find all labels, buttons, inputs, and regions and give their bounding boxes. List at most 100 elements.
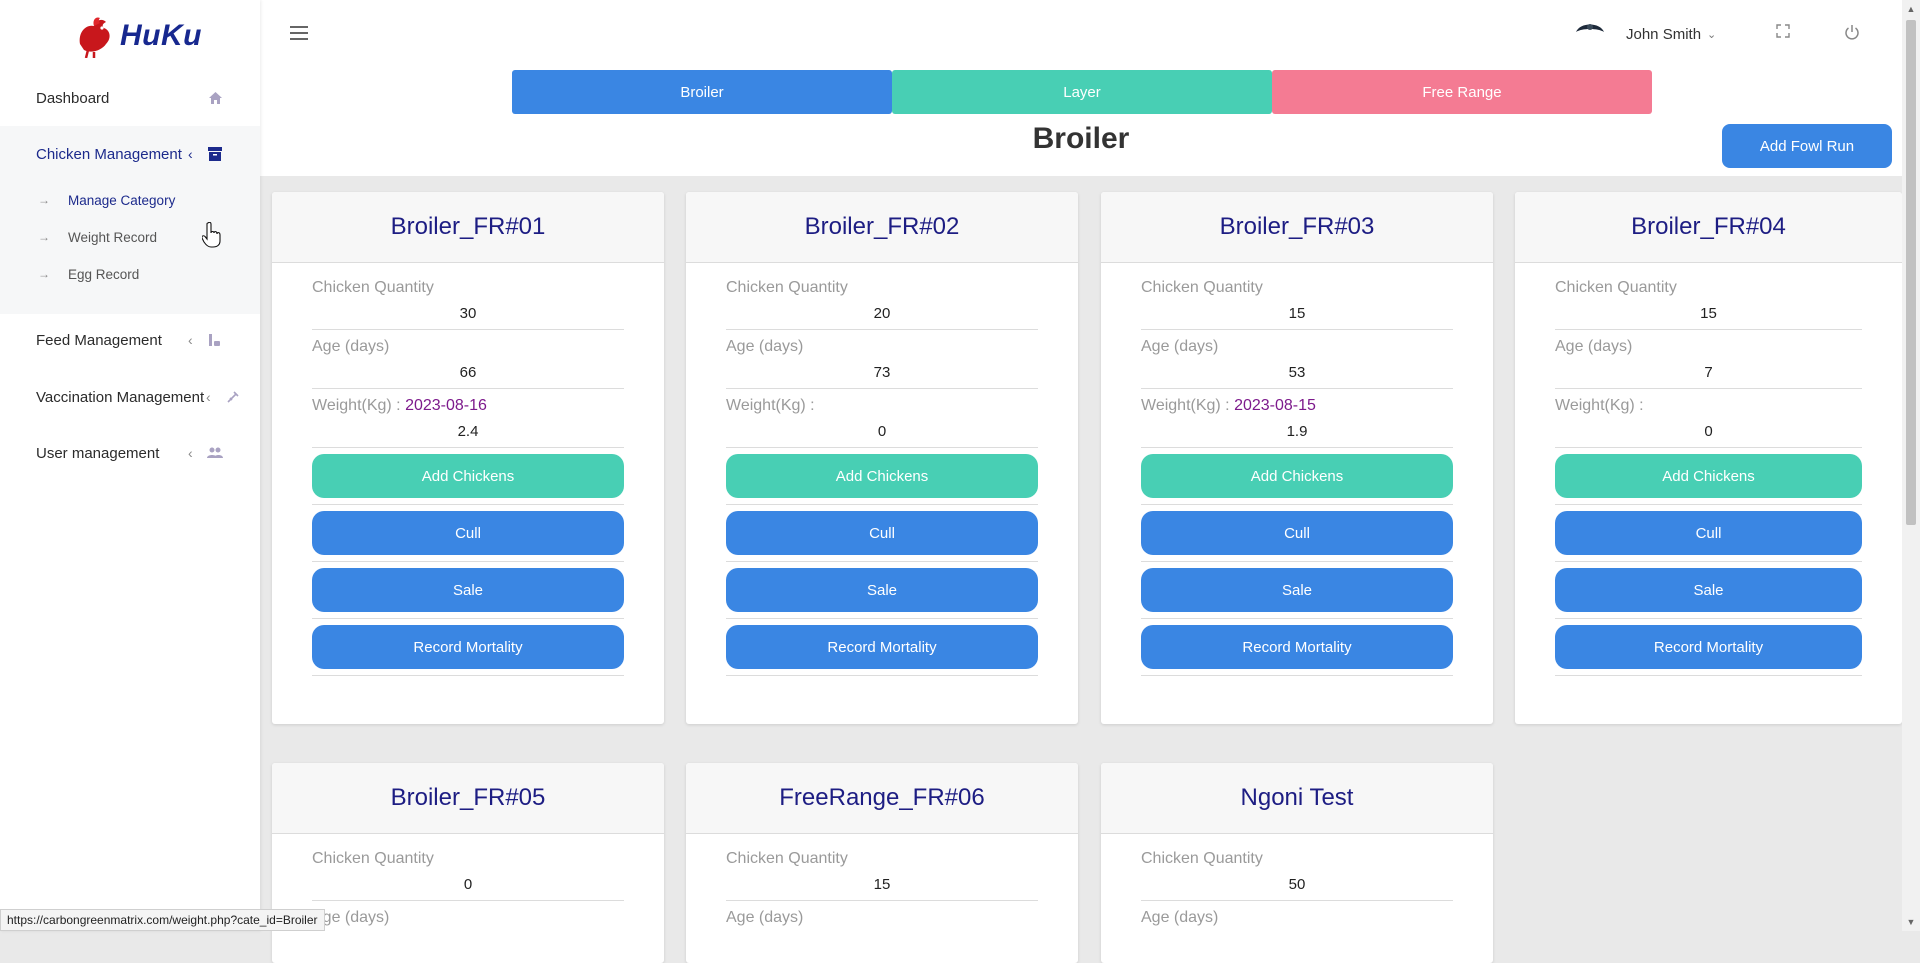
users-icon [206,444,224,462]
user-menu[interactable]: John Smith ⌄ [1574,16,1716,52]
status-bar-url: https://carbongreenmatrix.com/weight.php… [0,909,325,931]
record-mortality-button[interactable]: Record Mortality [726,625,1038,669]
card-header: Broiler_FR#04 [1515,192,1902,263]
tab-layer[interactable]: Layer [892,70,1272,114]
card-title: Broiler_FR#04 [1631,213,1786,240]
fowl-run-card: Broiler_FR#01 Chicken Quantity 30 Age (d… [272,192,664,724]
fowl-run-card: Broiler_FR#05 Chicken Quantity 0 Age (da… [272,763,664,963]
sidebar: HuKu Dashboard Chicken Management ‹ → Ma… [0,0,260,931]
age-label: Age (days) [726,909,804,926]
age-value: 7 [1555,358,1862,389]
arrow-right-icon: → [38,193,50,207]
age-value: 53 [1141,358,1453,389]
fowl-run-card: Broiler_FR#04 Chicken Quantity 15 Age (d… [1515,192,1902,724]
add-chickens-button[interactable]: Add Chickens [312,454,624,498]
quantity-value: 50 [1141,870,1453,901]
sidebar-subitem-label: Manage Category [68,192,176,208]
weight-value: 0 [1704,423,1713,440]
menu-toggle-icon[interactable] [290,26,308,40]
cull-button[interactable]: Cull [312,511,624,555]
weight-date: 2023-08-15 [1234,397,1316,414]
tab-broiler[interactable]: Broiler [512,70,892,114]
sidebar-item-feed-management[interactable]: Feed Management ‹ [0,320,260,360]
card-title: Broiler_FR#03 [1219,213,1375,240]
scroll-thumb[interactable] [1906,20,1916,525]
weight-value: 2.4 [457,423,479,440]
cull-button[interactable]: Cull [1555,511,1862,555]
quantity-value: 15 [1141,299,1453,330]
fullscreen-icon[interactable] [1776,24,1794,42]
quantity-label: Chicken Quantity [312,279,434,296]
page-scrollbar[interactable]: ▲ ▼ [1902,0,1920,931]
age-value: 66 [312,358,624,389]
sidebar-item-vaccination-management[interactable]: Vaccination Management ‹ [0,377,260,417]
sidebar-subitem-manage-category[interactable]: → Manage Category [0,185,260,215]
add-fowl-run-button[interactable]: Add Fowl Run [1722,124,1892,168]
weight-label: Weight(Kg) : 2023-08-16 [312,397,487,414]
fowl-run-card: Ngoni Test Chicken Quantity 50 Age (days… [1101,763,1493,963]
quantity-label: Chicken Quantity [1141,279,1263,296]
sale-button[interactable]: Sale [312,568,624,612]
user-name: John Smith [1626,25,1702,43]
card-title: Broiler_FR#01 [390,213,546,240]
chevron-left-icon: ‹ [188,445,193,461]
tab-free-range[interactable]: Free Range [1272,70,1652,114]
sidebar-item-label: Vaccination Management [36,388,205,406]
quantity-value: 15 [726,870,1038,901]
record-mortality-button[interactable]: Record Mortality [312,625,624,669]
archive-icon [206,145,224,163]
record-mortality-button[interactable]: Record Mortality [1555,625,1862,669]
huku-logo[interactable]: HuKu [72,14,202,58]
chevron-left-icon: ‹ [188,332,193,348]
sidebar-item-user-management[interactable]: User management ‹ [0,433,260,473]
sale-button[interactable]: Sale [726,568,1038,612]
age-label: Age (days) [1141,338,1219,355]
weight-value: 0 [877,423,887,440]
age-label: Age (days) [312,338,390,355]
record-mortality-button[interactable]: Record Mortality [1141,625,1453,669]
cull-button[interactable]: Cull [726,511,1038,555]
quantity-value: 0 [312,870,624,901]
age-label: Age (days) [726,338,804,355]
fowl-run-card: Broiler_FR#03 Chicken Quantity 15 Age (d… [1101,192,1493,724]
sale-button[interactable]: Sale [1141,568,1453,612]
feed-icon [206,331,224,349]
home-icon [206,89,224,107]
sidebar-item-dashboard[interactable]: Dashboard [0,78,260,118]
weight-label: Weight(Kg) : 2023-08-15 [1141,397,1316,414]
add-chickens-button[interactable]: Add Chickens [1555,454,1862,498]
sidebar-item-chicken-management[interactable]: Chicken Management ‹ [0,134,260,174]
sidebar-item-label: Dashboard [36,89,110,107]
chevron-left-icon: ‹ [188,146,193,162]
weight-value: 1.9 [1286,423,1308,440]
page-title: Broiler [1032,122,1130,155]
weight-label: Weight(Kg) : [726,397,815,414]
weight-date: 2023-08-16 [405,397,487,414]
card-header: Broiler_FR#02 [686,192,1078,263]
scroll-up-icon[interactable]: ▲ [1906,3,1916,15]
cull-button[interactable]: Cull [1141,511,1453,555]
avatar [1574,18,1606,50]
quantity-label: Chicken Quantity [726,279,848,296]
age-value: 73 [726,358,1038,389]
power-icon[interactable] [1844,24,1862,42]
chevron-left-icon: ‹ [206,389,211,405]
sale-button[interactable]: Sale [1555,568,1862,612]
syringe-icon [224,388,242,406]
card-title: FreeRange_FR#06 [779,784,985,811]
add-chickens-button[interactable]: Add Chickens [1141,454,1453,498]
card-title: Broiler_FR#02 [804,213,960,240]
quantity-value: 30 [312,299,624,330]
sidebar-subitem-egg-record[interactable]: → Egg Record [0,259,260,289]
quantity-label: Chicken Quantity [1141,850,1263,867]
sidebar-item-label: Feed Management [36,331,162,349]
card-header: Ngoni Test [1101,763,1493,834]
hand-cursor-icon [201,221,222,248]
rooster-logo-icon [79,17,110,58]
scroll-down-icon[interactable]: ▼ [1906,916,1916,928]
category-tabs: Broiler Layer Free Range [512,70,1652,114]
quantity-label: Chicken Quantity [1555,279,1677,296]
add-chickens-button[interactable]: Add Chickens [726,454,1038,498]
fowl-run-card: FreeRange_FR#06 Chicken Quantity 15 Age … [686,763,1078,963]
card-header: FreeRange_FR#06 [686,763,1078,834]
